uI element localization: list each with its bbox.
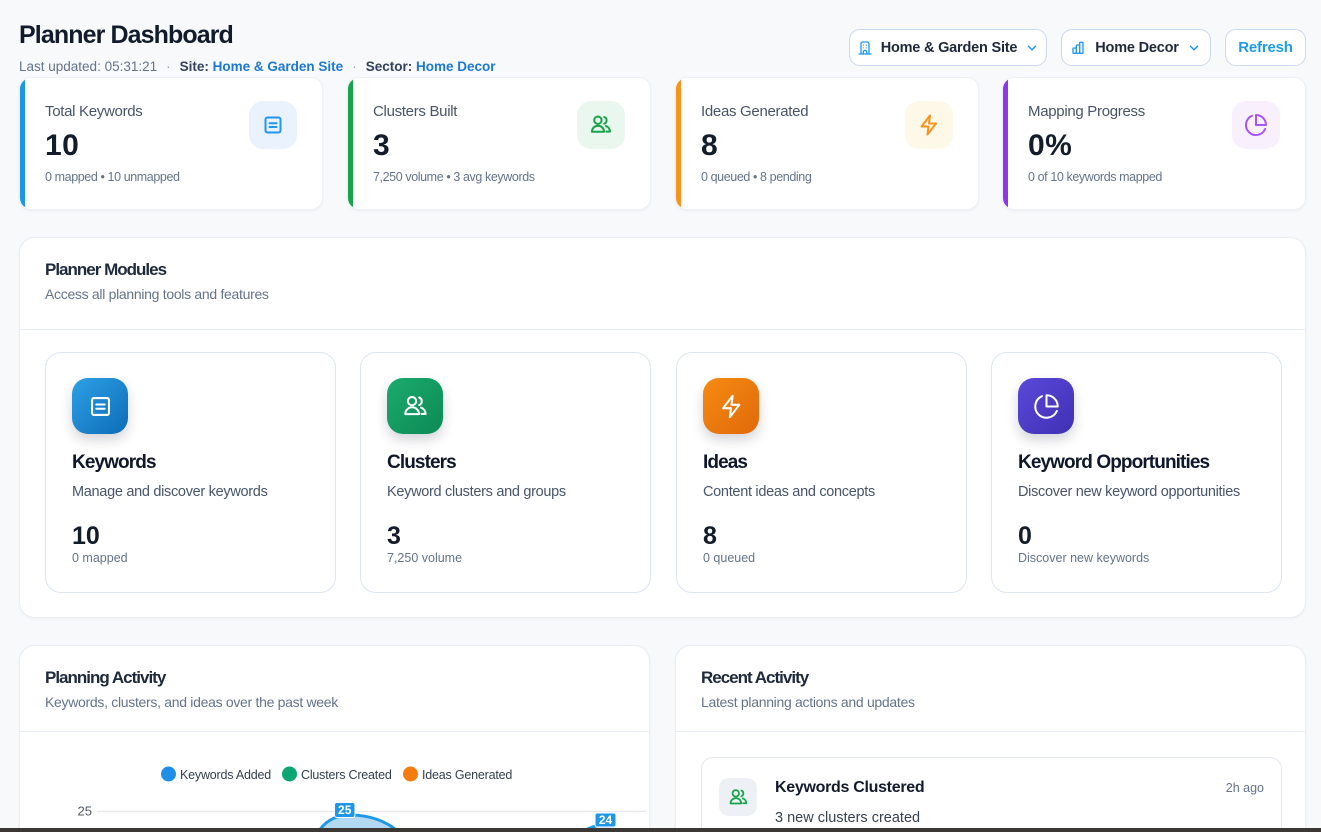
svg-text:25: 25 xyxy=(78,804,92,819)
svg-text:Keywords Added: Keywords Added xyxy=(180,768,271,782)
svg-text:Clusters Created: Clusters Created xyxy=(301,768,392,782)
svg-text:25: 25 xyxy=(338,803,352,817)
svg-text:Ideas Generated: Ideas Generated xyxy=(422,768,512,782)
svg-text:24: 24 xyxy=(599,813,613,827)
